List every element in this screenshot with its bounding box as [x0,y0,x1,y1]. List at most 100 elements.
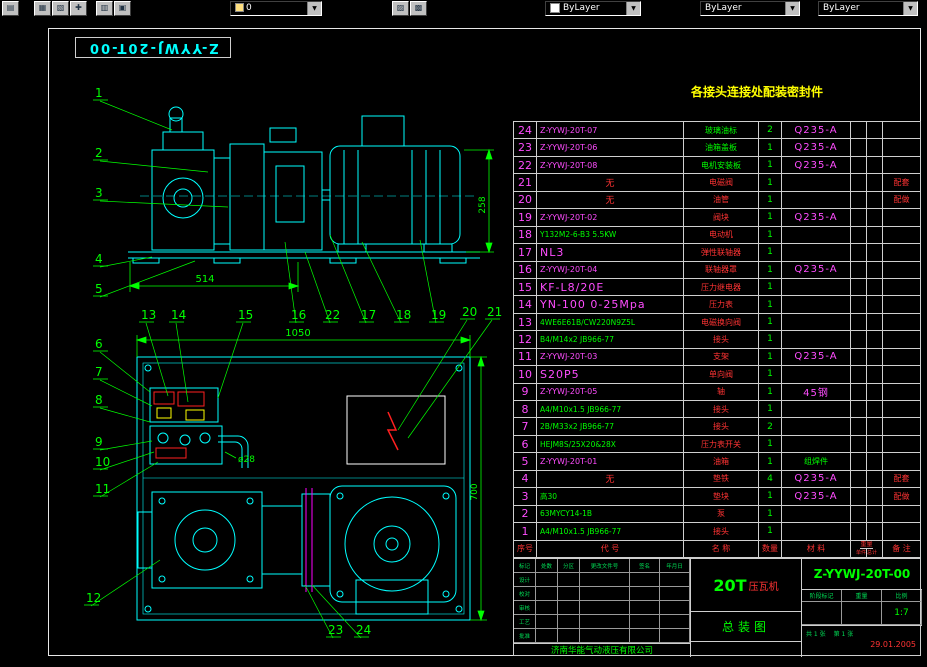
bom-cell-code: 2B/M33x2 JB966-77 [537,418,684,436]
bom-cell-unit-weight [851,139,867,157]
bom-cell-unit-weight [851,366,867,384]
bom-cell-name: 接头 [684,331,759,349]
bom-cell-material: Q235-A [782,122,851,140]
bom-cell-name: 油箱 [684,453,759,471]
bom-cell-no: 12 [514,331,537,349]
bom-header-cell: 备 注 [883,540,921,558]
electric-hazard-symbol [386,411,399,451]
bom-cell-no: 23 [514,139,537,157]
bom-cell-total-weight [867,139,883,157]
bom-cell-material [782,296,851,314]
bom-cell-qty: 1 [759,209,782,227]
signature-cell: 处数 [536,559,558,573]
bom-cell-name: 接头 [684,401,759,419]
bom-cell-qty: 2 [759,418,782,436]
bom-cell-note [883,244,921,262]
balloon-label: 21 [487,305,502,319]
bom-cell-code: 无 [537,174,684,192]
bom-cell-unit-weight [851,174,867,192]
leader-line [90,559,161,607]
leader-line [407,319,493,439]
bom-cell-note [883,156,921,175]
side-view [128,106,480,264]
signature-cell [580,615,630,629]
bom-row: 18 Y132M2-6-B3 5.5KW 电动机 1 [514,226,921,245]
bom-cell-no: 21 [514,174,537,192]
bom-header-cell: 代 号 [537,540,684,558]
bom-cell-unit-weight [851,418,867,436]
signature-cell: 标记 [514,559,536,573]
bom-cell-total-weight [867,505,883,524]
bom-cell-code: 4WE6E61B/CW220N9Z5L [537,313,684,332]
bom-cell-total-weight [867,453,883,471]
bom-cell-total-weight [867,313,883,332]
bom-cell-no: 20 [514,191,537,210]
signature-cell [536,601,558,615]
bom-row: 2 63MYCY14-1B 泵 1 [514,505,921,524]
sheet-index: 第 1 张 [833,631,854,638]
bom-cell-qty: 2 [759,122,782,140]
bom-cell-name: 垫块 [684,488,759,506]
bom-cell-material: Q235-A [782,139,851,157]
balloon-label: 7 [95,365,103,379]
total-weight-label: 总计 [867,549,878,556]
bom-cell-code: Z-YYWJ-20T-04 [537,261,684,279]
bom-cell-qty: 1 [759,505,782,524]
bom-cell-note [883,366,921,384]
bom-cell-material: Q235-A [782,348,851,367]
bom-row: 9 Z-YYWJ-20T-05 轴 1 45钢 [514,383,921,401]
bom-cell-code: B4/M14x2 JB966-77 [537,331,684,349]
signature-grid: 标记 处数 分区 更改文件号 签名 年月日 设计 校对 审核 工艺 批准 [514,559,690,643]
bom-cell-unit-weight [851,348,867,367]
bom-cell-qty: 1 [759,383,782,401]
bom-header-cell: 数量 [759,540,782,558]
bom-cell-name: 支架 [684,348,759,367]
bom-cell-qty: 1 [759,435,782,454]
bom-cell-qty: 1 [759,401,782,419]
bom-cell-material: Q235-A [782,156,851,175]
bom-cell-note [883,296,921,314]
bom-cell-code: 高30 [537,488,684,506]
bom-cell-note [883,418,921,436]
weight-label: 重量 [842,590,882,602]
stage-value [802,602,842,625]
signature-cell: 签名 [630,559,660,573]
bom-cell-unit-weight [851,261,867,279]
bom-cell-total-weight [867,331,883,349]
bom-cell-qty: 1 [759,488,782,506]
bom-cell-total-weight [867,296,883,314]
bom-cell-qty: 1 [759,191,782,210]
dim-1050: 1050 [285,328,310,339]
leader-line [217,322,244,399]
balloon-label: 16 [291,308,306,322]
bom-cell-note [883,505,921,524]
bom-cell-qty: 1 [759,261,782,279]
bom-cell-no: 17 [514,244,537,262]
bom-cell-total-weight [867,418,883,436]
leader-line [99,160,209,173]
unit-weight-label: 单件 [855,548,867,557]
bom-cell-material: Q235-A [782,261,851,279]
bom-cell-unit-weight [851,435,867,454]
date-stamp: 29.01.2005 [870,640,916,649]
bom-cell-note [883,435,921,454]
signature-cell [536,615,558,629]
bom-cell-total-weight [867,348,883,367]
bom-cell-unit-weight [851,226,867,245]
signature-cell [660,629,690,643]
sheet-name: 总装图 [691,611,801,641]
bom-row: 10 S20P5 单向阀 1 [514,366,921,384]
bom-cell-note: 配套 [883,470,921,489]
bom-cell-qty: 1 [759,348,782,367]
stage-label: 阶段标记 [802,590,842,602]
balloon-label: 2 [95,146,103,160]
centerline-group [305,488,313,592]
bom-cell-note [883,331,921,349]
bom-row: 21 无电磁阀 1 配套 [514,174,921,192]
bom-cell-note: 配做 [883,488,921,506]
signature-cell: 审核 [514,601,536,615]
signature-cell [660,573,690,587]
bom-cell-unit-weight [851,505,867,524]
signature-cell: 工艺 [514,615,536,629]
signature-cell [630,601,660,615]
